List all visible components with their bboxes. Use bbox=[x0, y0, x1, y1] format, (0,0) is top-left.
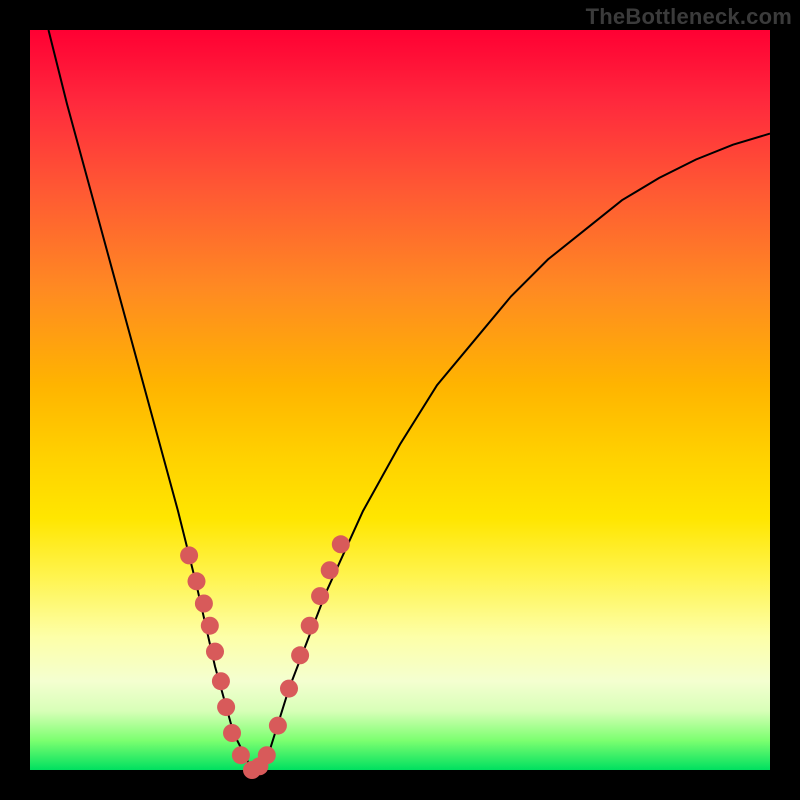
sample-dot bbox=[332, 535, 350, 553]
sample-dot bbox=[212, 672, 230, 690]
sample-dot bbox=[188, 572, 206, 590]
sample-dot bbox=[311, 587, 329, 605]
sample-dot bbox=[223, 724, 241, 742]
sample-dot bbox=[291, 646, 309, 664]
sample-dot bbox=[269, 717, 287, 735]
sample-dot bbox=[321, 561, 339, 579]
chart-svg bbox=[30, 30, 770, 770]
sample-dot bbox=[232, 746, 250, 764]
watermark-text: TheBottleneck.com bbox=[586, 4, 792, 30]
sample-dots bbox=[180, 535, 350, 779]
bottleneck-curve bbox=[49, 30, 771, 770]
sample-dot bbox=[217, 698, 235, 716]
sample-dot bbox=[301, 617, 319, 635]
sample-dot bbox=[206, 643, 224, 661]
sample-dot bbox=[201, 617, 219, 635]
sample-dot bbox=[258, 746, 276, 764]
plot-area bbox=[30, 30, 770, 770]
sample-dot bbox=[180, 546, 198, 564]
sample-dot bbox=[280, 680, 298, 698]
chart-stage: TheBottleneck.com bbox=[0, 0, 800, 800]
sample-dot bbox=[195, 595, 213, 613]
